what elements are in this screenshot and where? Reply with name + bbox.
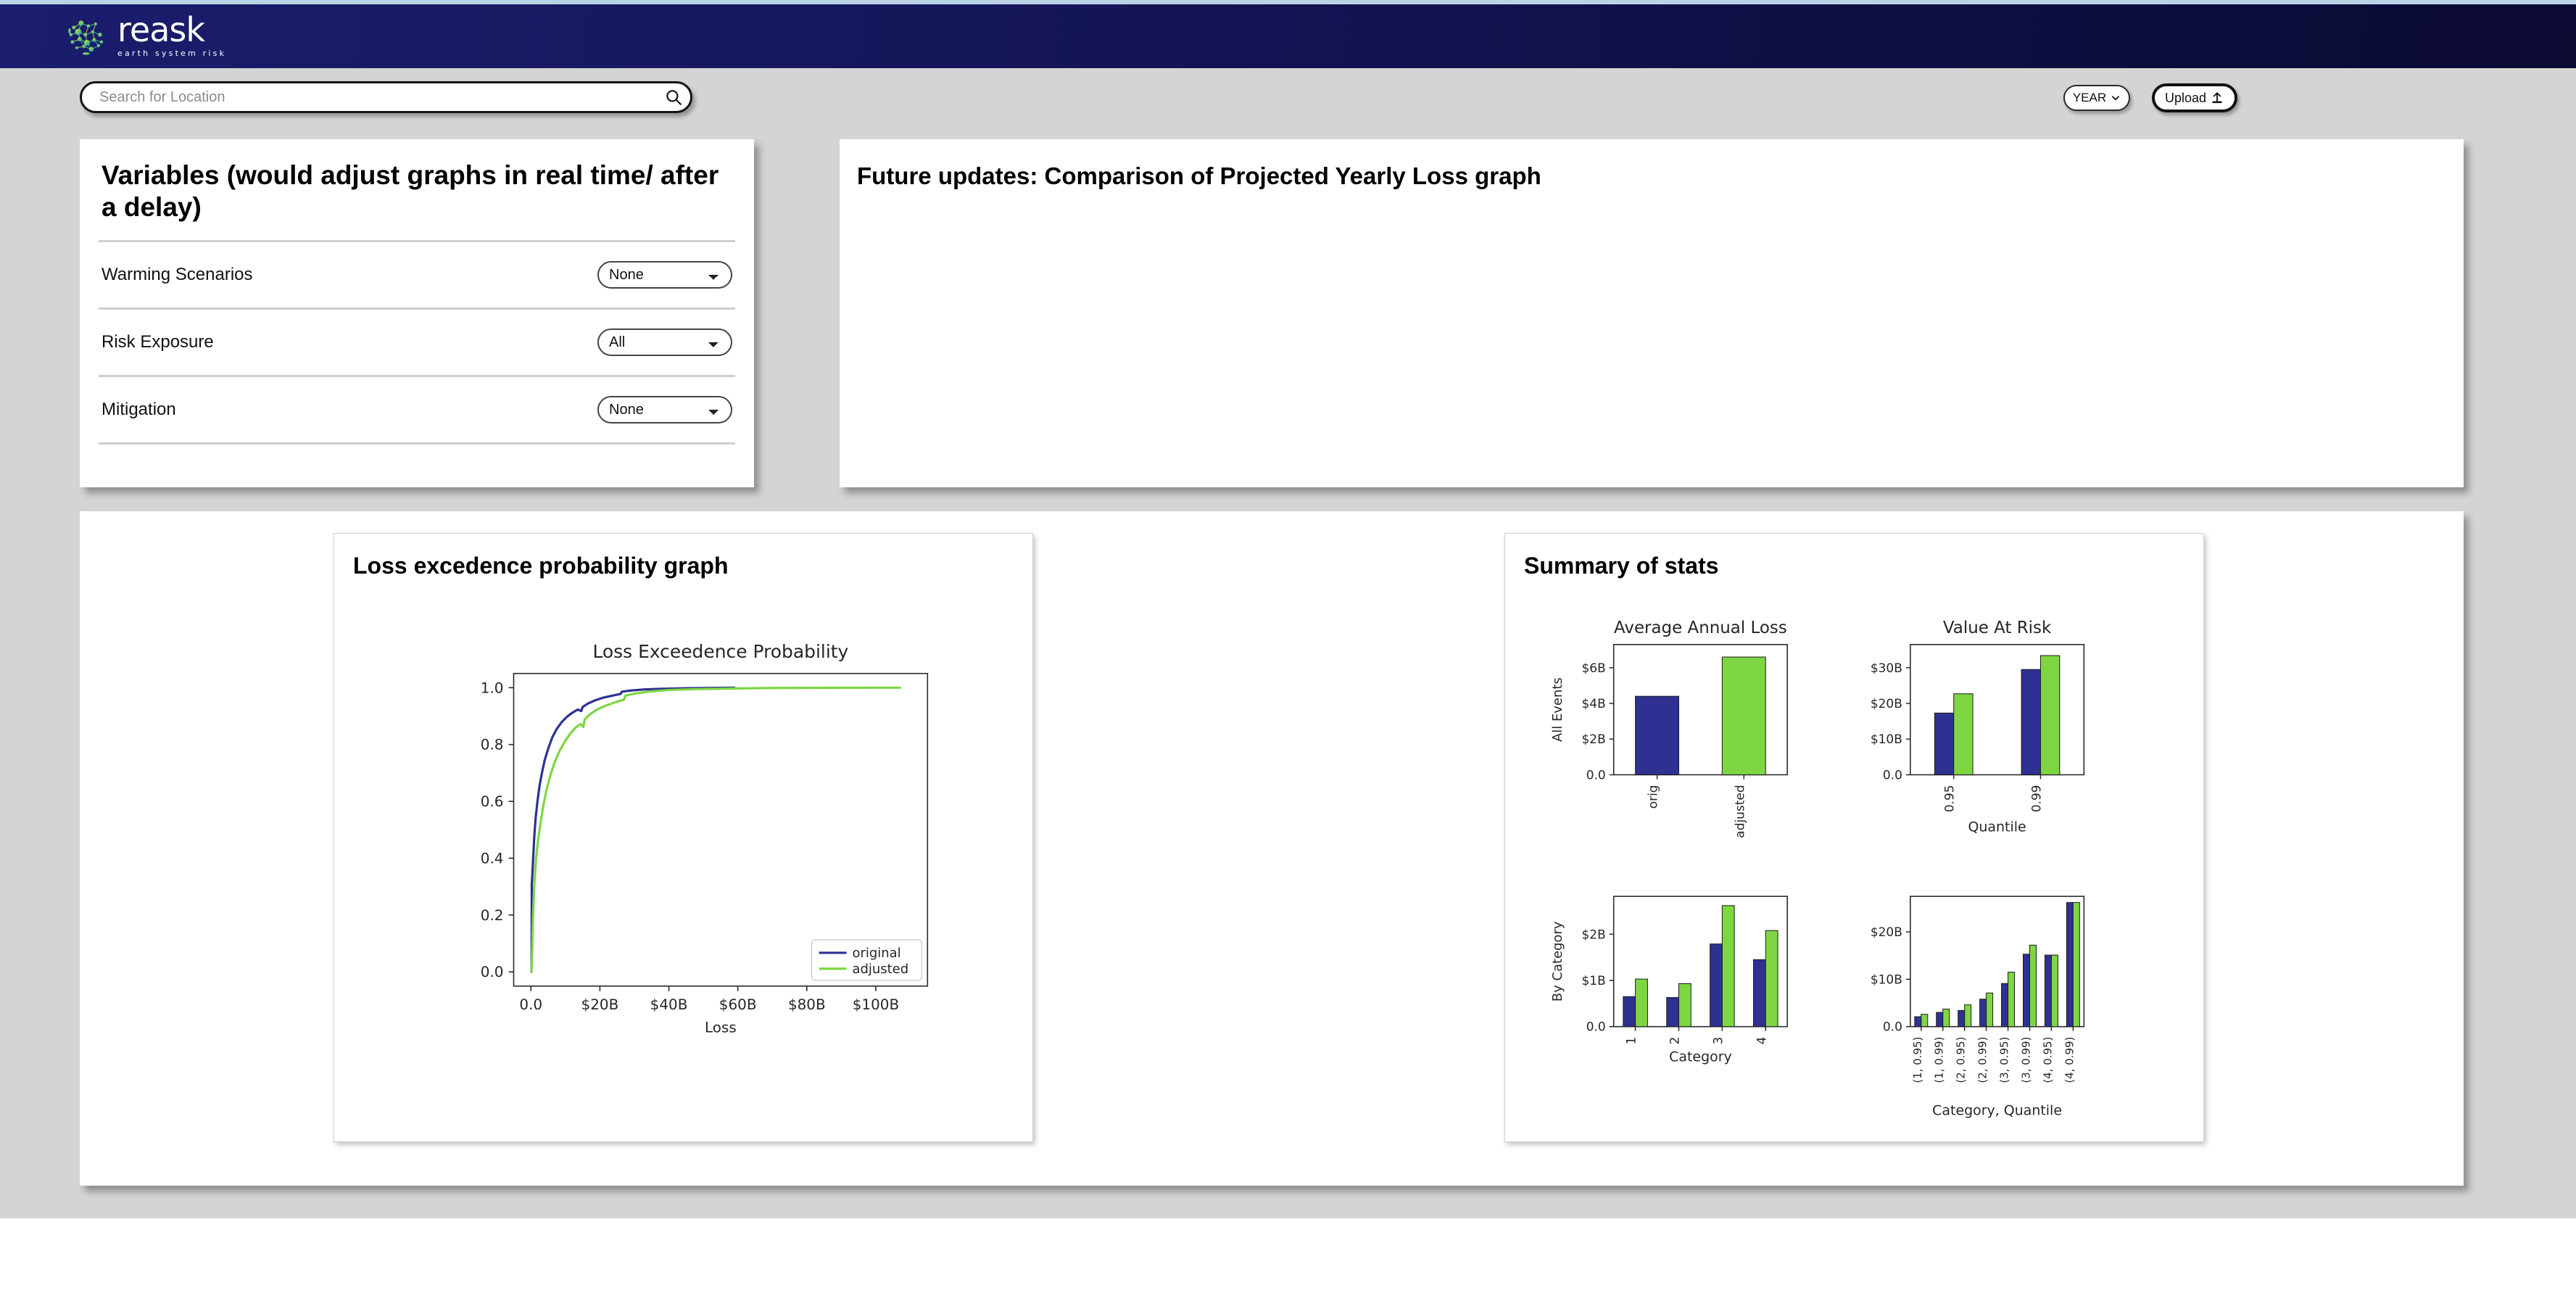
- svg-text:$1B: $1B: [1582, 973, 1606, 988]
- warming-scenarios-select[interactable]: None: [597, 261, 732, 289]
- upload-icon: [2212, 92, 2222, 104]
- variable-label: Mitigation: [102, 400, 176, 420]
- svg-text:0.0: 0.0: [1586, 1020, 1606, 1034]
- variables-card: Variables (would adjust graphs in real t…: [80, 139, 754, 487]
- svg-text:0.95: 0.95: [1942, 785, 1957, 812]
- app-page: reask earth system risk YEAR Upload: [0, 0, 2576, 1306]
- svg-text:(3, 0.95): (3, 0.95): [1998, 1037, 2011, 1083]
- svg-text:0.0: 0.0: [1883, 767, 1902, 782]
- future-updates-title: Future updates: Comparison of Projected …: [857, 162, 1541, 189]
- svg-text:$2B: $2B: [1582, 732, 1606, 746]
- svg-text:(4, 0.95): (4, 0.95): [2041, 1037, 2054, 1083]
- variable-row-mitigation: Mitigation None: [96, 377, 738, 442]
- summary-of-stats-panel: Summary of stats Average Annual Loss 0.0 $…: [1504, 533, 2204, 1142]
- svg-text:$20B: $20B: [1871, 696, 1902, 711]
- svg-text:(1, 0.99): (1, 0.99): [1933, 1037, 1946, 1083]
- chevron-down-icon: [2112, 96, 2120, 101]
- svg-text:0.8: 0.8: [481, 736, 504, 753]
- year-label: YEAR: [2072, 91, 2107, 104]
- svg-text:0.99: 0.99: [2029, 785, 2043, 812]
- svg-text:$100B: $100B: [853, 996, 899, 1013]
- svg-text:$80B: $80B: [788, 996, 826, 1013]
- variable-label: Risk Exposure: [102, 332, 214, 352]
- svg-text:1.0: 1.0: [481, 679, 504, 696]
- upload-button[interactable]: Upload: [2152, 83, 2237, 112]
- svg-text:Quantile: Quantile: [1968, 819, 2026, 835]
- svg-text:0.0: 0.0: [1586, 767, 1606, 782]
- svg-text:0.6: 0.6: [481, 793, 504, 810]
- svg-text:$10B: $10B: [1871, 732, 1902, 746]
- brand-tagline: earth system risk: [117, 48, 227, 58]
- toolbar: YEAR Upload: [0, 80, 2576, 117]
- search-box[interactable]: [80, 81, 692, 113]
- svg-text:Loss Exceedence Probability: Loss Exceedence Probability: [592, 641, 848, 662]
- risk-exposure-select[interactable]: All: [597, 328, 732, 357]
- svg-text:All Events: All Events: [1550, 677, 1565, 742]
- svg-text:(2, 0.99): (2, 0.99): [1976, 1037, 1989, 1083]
- svg-text:0.2: 0.2: [481, 906, 504, 924]
- svg-text:orig: orig: [1646, 785, 1660, 809]
- svg-text:(2, 0.95): (2, 0.95): [1955, 1037, 1968, 1083]
- variable-row-risk-exposure: Risk Exposure All: [96, 310, 738, 375]
- loss-exceedance-chart: Loss Exceedence Probability 0.0 0.2 0.4 0.6 0…: [481, 641, 929, 1036]
- svg-text:$2B: $2B: [1582, 927, 1606, 941]
- svg-text:$30B: $30B: [1871, 661, 1902, 675]
- loss-exceedance-panel: Loss excedence probability graph Loss Ex…: [334, 533, 1033, 1142]
- variables-list: Warming Scenarios None Risk Exposure All…: [96, 240, 738, 445]
- mitigation-select[interactable]: None: [597, 396, 732, 424]
- app-header: reask earth system risk: [0, 4, 2576, 68]
- year-dropdown-button[interactable]: YEAR: [2063, 85, 2130, 111]
- brand-logo[interactable]: reask earth system risk: [64, 13, 226, 59]
- svg-text:1: 1: [1624, 1037, 1639, 1045]
- svg-text:$40B: $40B: [650, 996, 688, 1013]
- svg-text:adjusted: adjusted: [853, 962, 909, 977]
- svg-text:$6B: $6B: [1582, 661, 1606, 675]
- svg-text:(4, 0.99): (4, 0.99): [2063, 1037, 2076, 1083]
- svg-text:Average Annual Loss: Average Annual Loss: [1614, 619, 1787, 637]
- svg-text:(1, 0.95): (1, 0.95): [1911, 1037, 1924, 1083]
- svg-text:By Category: By Category: [1550, 921, 1565, 1001]
- globe-network-icon: [68, 20, 104, 55]
- svg-text:(3, 0.99): (3, 0.99): [2019, 1037, 2032, 1083]
- svg-text:0.0: 0.0: [519, 996, 542, 1013]
- svg-text:Value At Risk: Value At Risk: [1943, 619, 2052, 637]
- upload-label: Upload: [2164, 90, 2207, 105]
- svg-text:adjusted: adjusted: [1732, 785, 1747, 838]
- svg-text:0.0: 0.0: [1883, 1020, 1902, 1034]
- svg-text:$10B: $10B: [1871, 972, 1902, 986]
- divider: [99, 442, 735, 445]
- search-input[interactable]: [98, 88, 663, 107]
- svg-text:0.4: 0.4: [481, 849, 504, 867]
- svg-text:0.0: 0.0: [481, 963, 504, 980]
- svg-text:$4B: $4B: [1582, 696, 1606, 711]
- brand-name: reask: [117, 10, 205, 50]
- svg-text:$20B: $20B: [581, 996, 619, 1013]
- variable-row-warming-scenarios: Warming Scenarios None: [96, 242, 738, 307]
- svg-text:4: 4: [1754, 1037, 1768, 1045]
- svg-text:$20B: $20B: [1871, 925, 1902, 939]
- svg-text:2: 2: [1668, 1037, 1682, 1045]
- svg-text:3: 3: [1710, 1037, 1725, 1045]
- svg-text:Category, Quantile: Category, Quantile: [1932, 1102, 2062, 1118]
- future-updates-card: Future updates: Comparison of Projected …: [840, 139, 2464, 487]
- svg-text:Loss: Loss: [705, 1019, 737, 1036]
- summary-of-stats-title: Summary of stats: [1524, 553, 1719, 579]
- variables-title: Variables (would adjust graphs in real t…: [102, 160, 719, 222]
- search-icon[interactable]: [663, 86, 684, 108]
- svg-text:Category: Category: [1669, 1049, 1732, 1065]
- variable-label: Warming Scenarios: [102, 265, 253, 285]
- main-content-card: Loss excedence probability graph Loss Ex…: [80, 511, 2464, 1186]
- summary-stats-charts: Average Annual Loss 0.0 $2B $4B $6B All Event…: [1550, 619, 2085, 1118]
- svg-text:original: original: [853, 946, 901, 961]
- svg-text:$60B: $60B: [719, 996, 757, 1013]
- loss-exceedance-panel-title: Loss excedence probability graph: [353, 553, 729, 579]
